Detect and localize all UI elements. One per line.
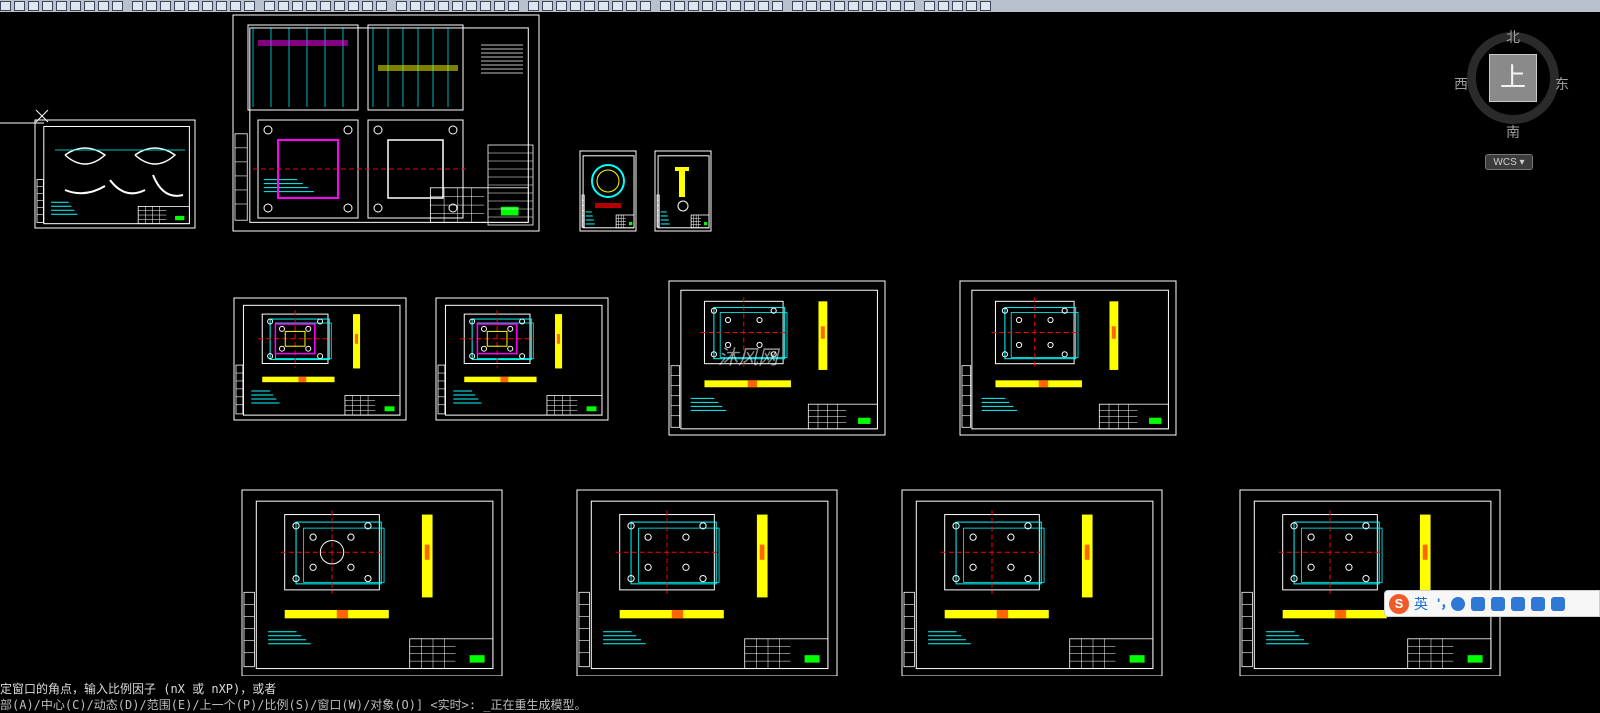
rotate-icon[interactable]: [508, 1, 519, 11]
copy-icon[interactable]: [820, 1, 831, 11]
ime-toolbar[interactable]: S 英 '，: [1384, 590, 1600, 617]
polygon-icon[interactable]: [674, 1, 685, 11]
fillet-icon[interactable]: [890, 1, 901, 11]
viewcube-top-face[interactable]: 上: [1489, 54, 1537, 102]
line-icon[interactable]: [320, 1, 331, 11]
apps-icon[interactable]: [1551, 596, 1565, 611]
zoom-icon[interactable]: [938, 1, 949, 11]
ime-punctuation-toggle[interactable]: '，: [1437, 596, 1454, 611]
ime-language-toggle[interactable]: 英: [1414, 594, 1428, 614]
scale-icon[interactable]: [202, 1, 213, 11]
trim-icon[interactable]: [862, 1, 873, 11]
layer-icon[interactable]: [904, 1, 915, 11]
text-icon[interactable]: [792, 1, 803, 11]
ime-logo-icon[interactable]: S: [1389, 593, 1409, 614]
extend-icon[interactable]: [230, 1, 241, 11]
scale-icon[interactable]: [528, 1, 539, 11]
arc-icon[interactable]: [376, 1, 387, 11]
ellipse-icon[interactable]: [744, 1, 755, 11]
trim-icon[interactable]: [542, 1, 553, 11]
scale-icon[interactable]: [848, 1, 859, 11]
command-line[interactable]: 定窗口的角点，输入比例因子 (nX 或 nXP)，或者 部(A)/中心(C)/动…: [0, 676, 1600, 712]
insert-block-icon[interactable]: [438, 1, 449, 11]
compass-north-label[interactable]: 北: [1506, 27, 1520, 47]
rotate-icon[interactable]: [834, 1, 845, 11]
pan-icon[interactable]: [306, 1, 317, 11]
copy-icon[interactable]: [494, 1, 505, 11]
layer-icon[interactable]: [264, 1, 275, 11]
properties-icon[interactable]: [598, 1, 609, 11]
spline-icon[interactable]: [84, 1, 95, 11]
hatch-icon[interactable]: [772, 1, 783, 11]
wcs-menu-button[interactable]: WCS ▾: [1485, 154, 1533, 170]
microphone-icon[interactable]: [1471, 596, 1485, 611]
emoji-icon[interactable]: [1451, 596, 1465, 611]
hatch-icon[interactable]: [452, 1, 463, 11]
wcs-label: WCS: [1493, 157, 1517, 168]
pan-icon[interactable]: [626, 1, 637, 11]
copy-icon[interactable]: [174, 1, 185, 11]
text-icon[interactable]: [146, 1, 157, 11]
layer-icon[interactable]: [584, 1, 595, 11]
pan-icon[interactable]: [952, 1, 963, 11]
insert-block-icon[interactable]: [112, 1, 123, 11]
spline-icon[interactable]: [730, 1, 741, 11]
rectangle-icon[interactable]: [688, 1, 699, 11]
shirt-icon[interactable]: [1531, 596, 1545, 611]
circle-icon[interactable]: [70, 1, 81, 11]
command-history-line: 定窗口的角点，输入比例因子 (nX 或 nXP)，或者: [0, 682, 277, 696]
hatch-icon[interactable]: [132, 1, 143, 11]
zoom-icon[interactable]: [612, 1, 623, 11]
ellipse-icon[interactable]: [98, 1, 109, 11]
properties-icon[interactable]: [924, 1, 935, 11]
arc-icon[interactable]: [56, 1, 67, 11]
insert-block-icon[interactable]: [758, 1, 769, 11]
text-icon[interactable]: [466, 1, 477, 11]
line-icon[interactable]: [966, 1, 977, 11]
watermark-text: 沐风网: [718, 345, 781, 369]
zoom-icon[interactable]: [292, 1, 303, 11]
fillet-icon[interactable]: [244, 1, 255, 11]
polyline-icon[interactable]: [660, 1, 671, 11]
keyboard-icon[interactable]: [1491, 596, 1505, 611]
properties-icon[interactable]: [278, 1, 289, 11]
polyline-icon[interactable]: [980, 1, 991, 11]
command-prompt-line[interactable]: 部(A)/中心(C)/动态(D)/范围(E)/上一个(P)/比例(S)/窗口(W…: [0, 696, 587, 713]
circle-icon[interactable]: [716, 1, 727, 11]
line-icon[interactable]: [640, 1, 651, 11]
drawing-canvas[interactable]: 沐风网: [0, 12, 1600, 676]
spline-icon[interactable]: [410, 1, 421, 11]
viewcube[interactable]: 北 南 西 东 上 WCS ▾: [1454, 14, 1581, 174]
arc-icon[interactable]: [702, 1, 713, 11]
user-icon[interactable]: [1511, 596, 1525, 611]
trim-icon[interactable]: [216, 1, 227, 11]
rotate-icon[interactable]: [188, 1, 199, 11]
extend-icon[interactable]: [556, 1, 567, 11]
extend-icon[interactable]: [876, 1, 887, 11]
rectangle-icon[interactable]: [362, 1, 373, 11]
compass-south-label[interactable]: 南: [1506, 122, 1520, 142]
ellipse-icon[interactable]: [424, 1, 435, 11]
polygon-icon[interactable]: [28, 1, 39, 11]
fillet-icon[interactable]: [570, 1, 581, 11]
compass-west-label[interactable]: 西: [1454, 74, 1468, 94]
move-icon[interactable]: [806, 1, 817, 11]
move-icon[interactable]: [480, 1, 491, 11]
circle-icon[interactable]: [396, 1, 407, 11]
polygon-icon[interactable]: [348, 1, 359, 11]
line-icon[interactable]: [0, 1, 11, 11]
polyline-icon[interactable]: [14, 1, 25, 11]
polyline-icon[interactable]: [334, 1, 345, 11]
compass-east-label[interactable]: 东: [1555, 74, 1569, 94]
move-icon[interactable]: [160, 1, 171, 11]
rectangle-icon[interactable]: [42, 1, 53, 11]
